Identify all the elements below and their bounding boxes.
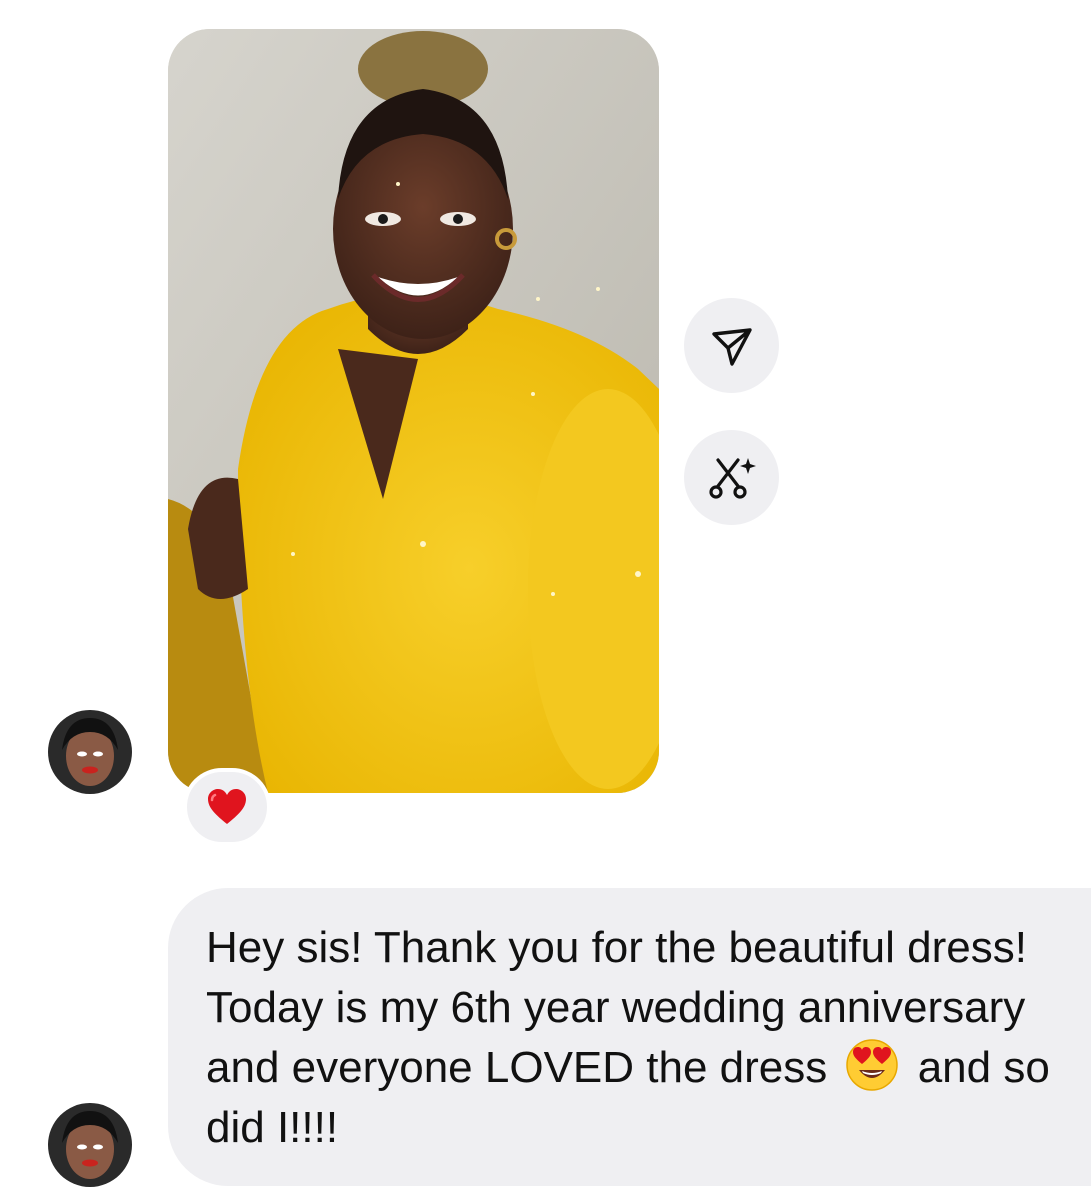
photo-message[interactable]	[168, 29, 659, 793]
sender-avatar[interactable]	[48, 710, 132, 794]
scissors-sparkle-icon	[708, 457, 756, 499]
share-button[interactable]	[684, 298, 779, 393]
paper-plane-icon	[711, 327, 752, 366]
red-heart-icon	[208, 789, 246, 824]
avatar-photo	[48, 710, 132, 794]
sender-avatar[interactable]	[48, 1103, 132, 1187]
selfie-yellow-dress-photo	[168, 29, 659, 793]
heart-eyes-emoji	[846, 1039, 899, 1091]
reaction-badge[interactable]	[183, 768, 271, 846]
text-message-bubble[interactable]: Hey sis! Thank you for the beautiful dre…	[168, 888, 1091, 1186]
edit-media-button[interactable]	[684, 430, 779, 525]
message-text: Hey sis! Thank you for the beautiful dre…	[206, 918, 1056, 1158]
avatar-photo	[48, 1103, 132, 1187]
